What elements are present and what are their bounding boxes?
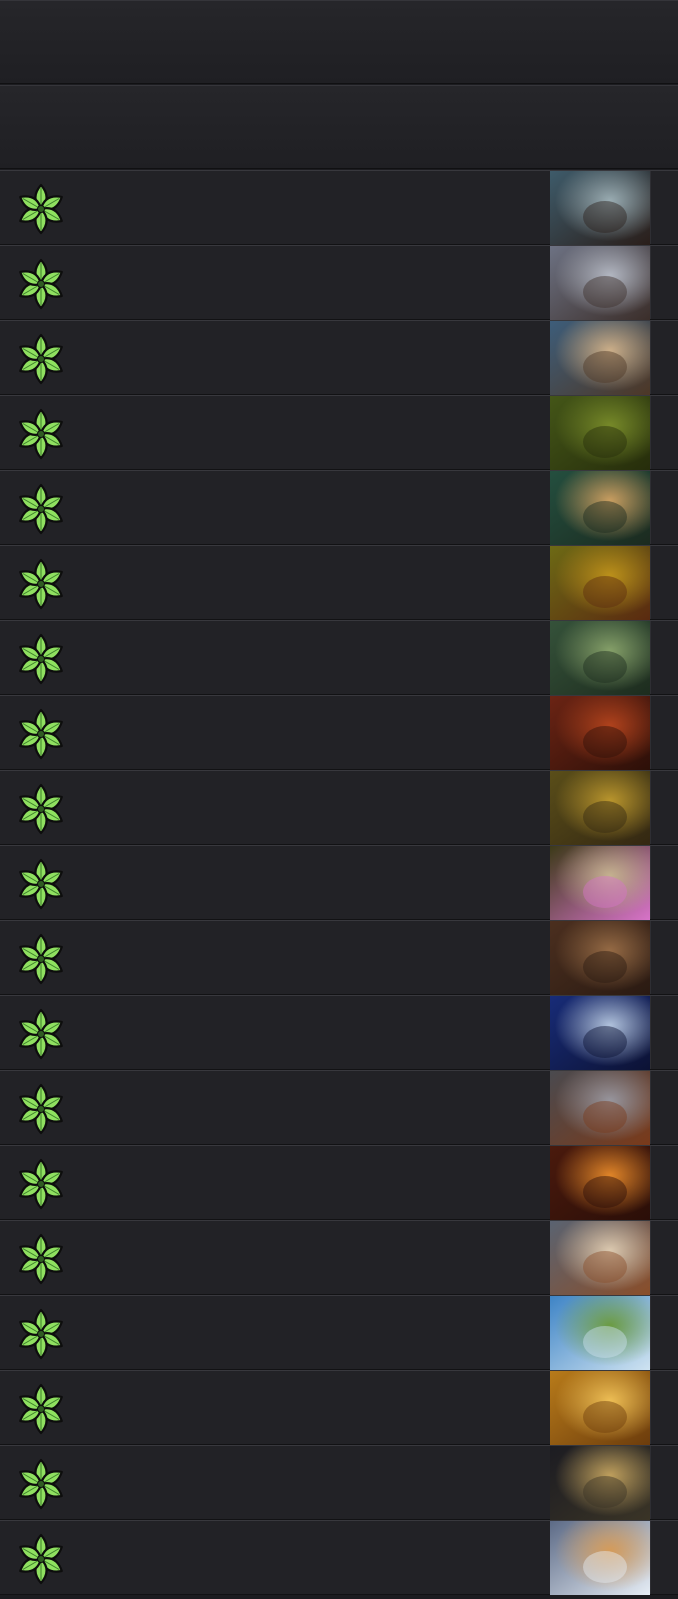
row-edge (650, 996, 678, 1069)
row-edge (650, 846, 678, 919)
card-row[interactable] (0, 470, 678, 545)
card-row[interactable] (0, 920, 678, 995)
card-art-thumbnail (550, 171, 650, 245)
row-edge (650, 1521, 678, 1594)
monsters-leaf-icon (15, 1083, 67, 1135)
card-row[interactable] (0, 1295, 678, 1370)
monsters-leaf-icon (15, 408, 67, 460)
monsters-leaf-icon (15, 1308, 67, 1360)
monsters-leaf-icon (15, 1008, 67, 1060)
monsters-leaf-icon (15, 558, 67, 610)
row-edge (650, 546, 678, 619)
card-list (0, 0, 678, 1599)
row-edge (650, 471, 678, 544)
card-art-thumbnail (550, 1221, 650, 1295)
row-edge (650, 1071, 678, 1144)
monsters-leaf-icon (15, 1158, 67, 1210)
card-row[interactable] (0, 1520, 678, 1595)
monsters-leaf-icon (15, 258, 67, 310)
monsters-leaf-icon (15, 633, 67, 685)
header-row (0, 85, 678, 169)
card-row[interactable] (0, 1370, 678, 1445)
card-art-thumbnail (550, 696, 650, 770)
card-art-thumbnail (550, 1446, 650, 1520)
row-edge (650, 1146, 678, 1219)
row-edge (650, 771, 678, 844)
row-edge (650, 1371, 678, 1444)
card-row[interactable] (0, 770, 678, 845)
card-art-thumbnail (550, 546, 650, 620)
monsters-leaf-icon (15, 183, 67, 235)
card-row[interactable] (0, 1070, 678, 1145)
card-row[interactable] (0, 845, 678, 920)
monsters-leaf-icon (15, 1458, 67, 1510)
card-row[interactable] (0, 995, 678, 1070)
card-row[interactable] (0, 245, 678, 320)
monsters-leaf-icon (15, 483, 67, 535)
row-edge (650, 396, 678, 469)
row-edge (650, 921, 678, 994)
card-art-thumbnail (550, 321, 650, 395)
row-edge (650, 696, 678, 769)
monsters-leaf-icon (15, 933, 67, 985)
card-art-thumbnail (550, 1146, 650, 1220)
card-art-thumbnail (550, 471, 650, 545)
monsters-leaf-icon (15, 858, 67, 910)
card-art-thumbnail (550, 996, 650, 1070)
card-art-thumbnail (550, 1521, 650, 1595)
card-art-thumbnail (550, 246, 650, 320)
monsters-leaf-icon (15, 1233, 67, 1285)
card-art-thumbnail (550, 621, 650, 695)
card-row[interactable] (0, 395, 678, 470)
row-edge (650, 171, 678, 244)
card-art-thumbnail (550, 846, 650, 920)
card-row[interactable] (0, 545, 678, 620)
monsters-leaf-icon (15, 708, 67, 760)
row-edge (650, 246, 678, 319)
card-art-thumbnail (550, 1071, 650, 1145)
card-row[interactable] (0, 1145, 678, 1220)
card-row[interactable] (0, 1445, 678, 1520)
card-row[interactable] (0, 620, 678, 695)
card-art-thumbnail (550, 771, 650, 845)
monsters-leaf-icon (15, 1533, 67, 1585)
row-edge (650, 321, 678, 394)
card-art-thumbnail (550, 1371, 650, 1445)
card-row[interactable] (0, 1220, 678, 1295)
card-art-thumbnail (550, 396, 650, 470)
monsters-leaf-icon (15, 333, 67, 385)
card-art-thumbnail (550, 921, 650, 995)
monsters-leaf-icon (15, 783, 67, 835)
monsters-leaf-icon (15, 1383, 67, 1435)
card-row[interactable] (0, 695, 678, 770)
row-edge (650, 621, 678, 694)
header-row (0, 0, 678, 84)
row-edge (650, 1296, 678, 1369)
row-edge (650, 1446, 678, 1519)
card-row[interactable] (0, 320, 678, 395)
row-edge (650, 1221, 678, 1294)
card-art-thumbnail (550, 1296, 650, 1370)
card-row[interactable] (0, 170, 678, 245)
